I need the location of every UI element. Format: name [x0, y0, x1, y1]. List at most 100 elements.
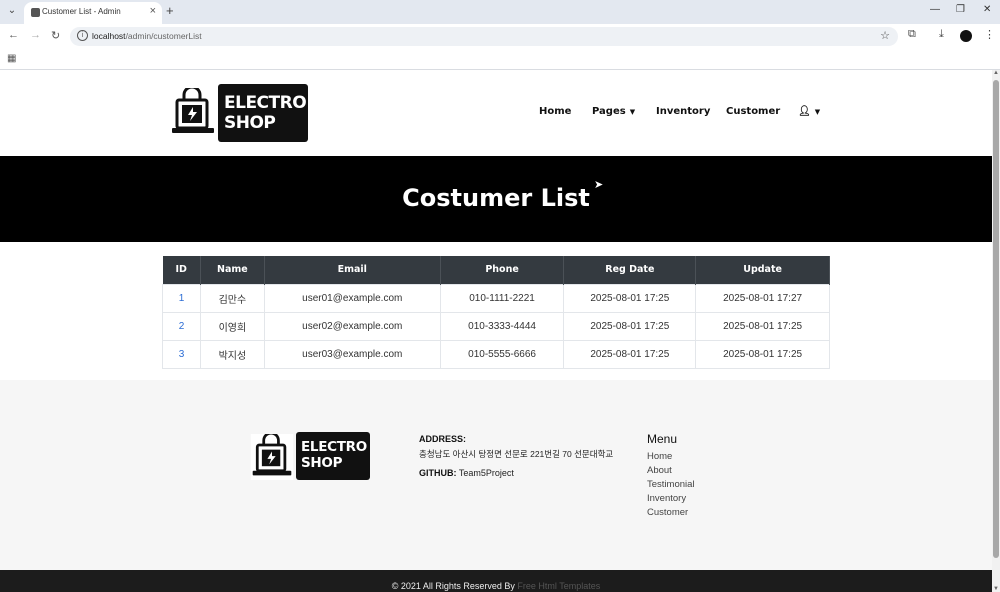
address-bar[interactable]: i localhost/admin/customerList ☆ [70, 27, 898, 46]
github-label: GITHUB: [419, 468, 457, 478]
table-header-row: ID Name Email Phone Reg Date Update [162, 256, 830, 284]
customer-name: 박지성 [199, 339, 265, 369]
footer-logo-line1: ELECTRO [301, 439, 367, 455]
minimize-icon[interactable]: — [930, 4, 940, 15]
col-reg-date: Reg Date [563, 256, 697, 284]
bookmarks-bar: ▦ [0, 48, 1000, 70]
customer-name: 이영희 [199, 311, 265, 341]
col-update: Update [695, 256, 830, 284]
nav-pages[interactable]: Pages ▼ [592, 106, 635, 117]
window-close-icon[interactable]: ✕ [983, 4, 991, 15]
page-banner: Costumer List [0, 156, 992, 242]
profile-avatar-icon[interactable] [960, 30, 972, 42]
customer-email: user01@example.com [263, 283, 441, 313]
customer-phone: 010-3333-4444 [439, 311, 565, 341]
footer-logo-wordmark: ELECTRO SHOP [296, 432, 370, 480]
bookmark-star-icon[interactable]: ☆ [880, 29, 890, 42]
mouse-cursor-icon: ➤ [594, 179, 604, 191]
scroll-down-icon[interactable]: ▼ [993, 586, 999, 592]
site-header: ELECTRO SHOP Home Pages ▼ Inventory Custo… [0, 70, 992, 156]
restore-icon[interactable]: ❐ [956, 4, 965, 15]
table-row: 2 이영희 user02@example.com 010-3333-4444 2… [162, 311, 830, 341]
shopping-bag-laptop-icon [172, 88, 214, 133]
footer-link-testimonial[interactable]: Testimonial [647, 479, 695, 490]
url-path: /admin/customerList [125, 31, 202, 41]
footer-logo-line2: SHOP [301, 455, 343, 471]
site-footer: ELECTRO SHOP ADDRESS: 충청남도 아산시 탕정면 선문로 2… [0, 380, 992, 570]
nav-home[interactable]: Home [539, 106, 571, 117]
customer-reg-date: 2025-08-01 17:25 [563, 339, 697, 369]
browser-tab-bar: ⌄ Customer List - Admin × + — ❐ ✕ [0, 0, 1000, 24]
col-id: ID [162, 256, 201, 284]
nav-pages-label: Pages [592, 106, 626, 117]
address-label: ADDRESS: [419, 434, 467, 444]
footer-link-customer[interactable]: Customer [647, 507, 688, 518]
copyright-text: © 2021 All Rights Reserved By Free Html … [0, 581, 992, 591]
customer-id-link[interactable]: 3 [162, 339, 201, 369]
customer-name: 김만수 [199, 283, 265, 313]
copyright-bar: © 2021 All Rights Reserved By Free Html … [0, 570, 992, 592]
header-logo[interactable]: ELECTRO SHOP [170, 84, 308, 142]
new-tab-icon[interactable]: + [166, 3, 174, 18]
reload-icon[interactable]: ↻ [51, 29, 60, 42]
scroll-thumb[interactable] [993, 80, 999, 558]
caret-down-icon: ▼ [629, 108, 636, 116]
footer-logo-text: ELECTRO SHOP [301, 439, 367, 471]
customer-reg-date: 2025-08-01 17:25 [563, 311, 697, 341]
forward-icon[interactable]: → [30, 29, 41, 41]
apps-grid-icon[interactable]: ▦ [7, 53, 16, 64]
logo-line2: SHOP [224, 113, 276, 133]
logo-wordmark: ELECTRO SHOP [218, 84, 308, 142]
favicon-icon [31, 8, 40, 17]
customer-email: user03@example.com [263, 339, 441, 369]
user-icon: 👤︎ [798, 106, 811, 117]
github-info: GITHUB: Team5Project [419, 468, 514, 478]
browser-menu-icon[interactable]: ⋮ [984, 28, 995, 41]
templates-link[interactable]: Free Html Templates [517, 581, 600, 591]
page-viewport: ELECTRO SHOP Home Pages ▼ Inventory Custo… [0, 70, 992, 592]
customer-phone: 010-5555-6666 [439, 339, 565, 369]
nav-inventory[interactable]: Inventory [656, 106, 710, 117]
customer-reg-date: 2025-08-01 17:25 [563, 283, 697, 313]
page-title: Costumer List [402, 184, 590, 212]
browser-tab[interactable]: Customer List - Admin × [24, 2, 162, 24]
logo-text: ELECTRO SHOP [224, 93, 307, 133]
table-row: 1 김만수 user01@example.com 010-1111-2221 2… [162, 283, 830, 313]
footer-link-home[interactable]: Home [647, 451, 672, 462]
caret-down-icon: ▼ [814, 108, 821, 116]
footer-link-inventory[interactable]: Inventory [647, 493, 686, 504]
footer-menu-title: Menu [647, 432, 678, 446]
tab-close-icon[interactable]: × [150, 5, 156, 17]
customer-phone: 010-1111-2221 [439, 283, 565, 313]
url-host: localhost [92, 31, 126, 41]
tab-title: Customer List - Admin [42, 7, 121, 16]
extensions-icon[interactable]: ⧉ [908, 28, 916, 41]
customer-update-date: 2025-08-01 17:25 [695, 311, 830, 341]
copyright-label: © 2021 All Rights Reserved By [391, 581, 515, 591]
scroll-up-icon[interactable]: ▲ [993, 70, 999, 76]
download-icon[interactable]: ⤓ [939, 28, 944, 41]
back-icon[interactable]: ← [8, 29, 19, 41]
shopping-bag-laptop-icon [250, 434, 294, 480]
browser-toolbar: ← → ↻ i localhost/admin/customerList ☆ ⧉… [0, 24, 1000, 48]
nav-customer[interactable]: Customer [726, 106, 780, 117]
col-name: Name [200, 256, 265, 284]
footer-link-about[interactable]: About [647, 465, 672, 476]
url-text: localhost/admin/customerList [92, 31, 202, 41]
col-phone: Phone [440, 256, 565, 284]
github-value: Team5Project [458, 468, 514, 478]
page-scrollbar[interactable]: ▲ ▼ [992, 70, 1000, 592]
tab-search-icon[interactable]: ⌄ [4, 3, 20, 19]
address-text: 충청남도 아산시 탕정면 선문로 221번길 70 선문대학교 [419, 449, 614, 459]
table-row: 3 박지성 user03@example.com 010-5555-6666 2… [162, 339, 830, 369]
customer-id-link[interactable]: 2 [162, 311, 201, 341]
customer-update-date: 2025-08-01 17:27 [695, 283, 830, 313]
footer-logo[interactable]: ELECTRO SHOP [250, 432, 370, 482]
customer-id-link[interactable]: 1 [162, 283, 201, 313]
customer-update-date: 2025-08-01 17:25 [695, 339, 830, 369]
logo-line1: ELECTRO [224, 93, 307, 113]
customer-table: ID Name Email Phone Reg Date Update 1 김만… [162, 256, 830, 369]
site-info-icon[interactable]: i [77, 30, 88, 41]
customer-email: user02@example.com [263, 311, 441, 341]
user-menu[interactable]: 👤︎ ▼ [798, 106, 820, 117]
